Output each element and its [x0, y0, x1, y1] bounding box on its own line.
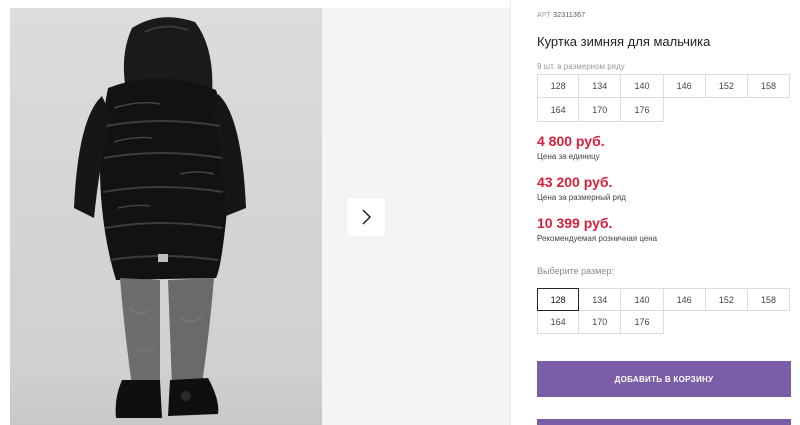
size-option[interactable]: 152 [705, 288, 748, 311]
gallery-next-button[interactable] [347, 198, 385, 236]
choose-size-label: Выберите размер: [537, 266, 614, 276]
unit-price: 4 800 руб. [537, 133, 605, 149]
size-run-price: 43 200 руб. [537, 174, 613, 190]
size-option[interactable]: 146 [663, 288, 706, 311]
size-picker: 128 134 140 146 152 158 164 170 176 [537, 288, 791, 334]
size-run-cell: 146 [663, 74, 706, 98]
size-run-cell: 170 [579, 98, 622, 122]
size-run-table: 128 134 140 146 152 158 164 170 176 [537, 74, 791, 122]
column-divider [510, 0, 511, 425]
retail-price-label: Рекомендуемая розничная цена [537, 234, 658, 243]
size-option[interactable]: 140 [621, 288, 664, 311]
size-option[interactable]: 128 [537, 288, 580, 311]
pack-size-note: 9 шт. в размерном ряду [537, 62, 625, 71]
product-title: Куртка зимняя для мальчика [537, 34, 711, 49]
size-run-cell: 152 [705, 74, 748, 98]
jacket-figure-illustration [74, 17, 246, 418]
size-option[interactable]: 134 [579, 288, 622, 311]
size-run-cell: 164 [537, 98, 580, 122]
product-photo[interactable] [10, 8, 322, 425]
size-run-cell: 128 [537, 74, 580, 98]
sku-label: АРТ [537, 12, 551, 19]
size-run-cell: 158 [747, 74, 791, 98]
size-option[interactable]: 158 [747, 288, 791, 311]
size-option[interactable]: 176 [621, 311, 664, 334]
unit-price-label: Цена за единицу [537, 152, 600, 161]
size-option[interactable]: 170 [579, 311, 622, 334]
size-run-cell: 140 [621, 74, 664, 98]
size-option[interactable]: 164 [537, 311, 580, 334]
size-run-cell: 134 [579, 74, 622, 98]
chevron-right-icon [362, 209, 372, 225]
product-sku: АРТ 32311367 [537, 12, 585, 19]
add-to-cart-button[interactable]: ДОБАВИТЬ В КОРЗИНУ [537, 361, 791, 397]
sku-value: 32311367 [553, 12, 586, 19]
product-gallery [0, 0, 510, 425]
secondary-action-button[interactable] [537, 419, 791, 425]
size-run-cell: 176 [621, 98, 664, 122]
size-run-price-label: Цена за размерный ряд [537, 193, 626, 202]
retail-price: 10 399 руб. [537, 215, 613, 231]
